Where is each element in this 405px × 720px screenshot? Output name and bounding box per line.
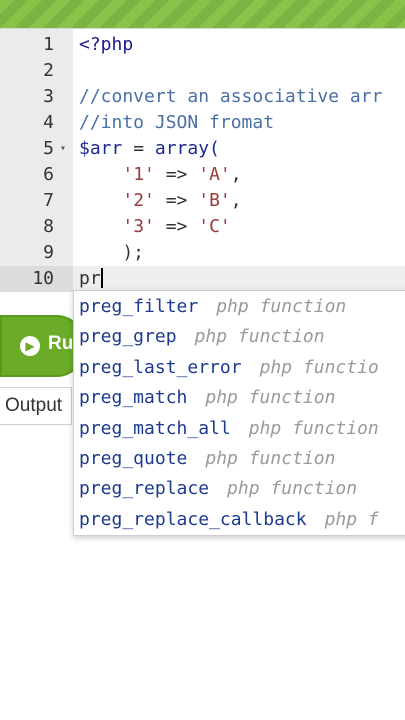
code-text: '2' => 'B', <box>79 188 242 214</box>
line-number: 4 <box>43 112 54 133</box>
suggestion-type: php function <box>227 478 358 500</box>
suggestion-type: php function <box>248 417 379 439</box>
code-text: //convert an associative arr <box>79 84 382 110</box>
line-number-cell: 2 <box>0 58 73 84</box>
code-text: //into JSON fromat <box>79 110 274 136</box>
code-text: ); <box>79 240 144 266</box>
code-token: array( <box>154 138 220 159</box>
line-number: 2 <box>43 60 54 81</box>
line-number: 5 <box>43 138 54 159</box>
autocomplete-item[interactable]: preg_grep php function <box>74 322 405 352</box>
code-token: = <box>122 138 155 159</box>
line-number: 3 <box>43 86 54 107</box>
code-token: '3' <box>122 216 155 237</box>
code-token: $arr <box>79 138 123 159</box>
run-button-label: Ru <box>48 333 74 354</box>
line-number: 10 <box>32 268 54 289</box>
line-number: 9 <box>43 242 54 263</box>
code-token: ); <box>79 242 145 263</box>
suggestion-type: php function <box>216 296 347 317</box>
line-number-cell: 8 <box>0 214 73 240</box>
code-text: pr <box>79 266 103 292</box>
line-number-cell: 5 ▾ <box>0 136 73 162</box>
code-line[interactable]: 9 ); <box>0 240 405 266</box>
code-token: 'A' <box>198 164 231 185</box>
suggestion-name: preg_match <box>79 387 188 409</box>
code-line[interactable]: 2 <box>0 58 405 84</box>
code-token: 'C' <box>198 216 231 237</box>
line-number: 7 <box>43 190 54 211</box>
code-token: <?php <box>79 34 134 55</box>
code-token: , <box>230 164 242 185</box>
code-token: => <box>154 190 199 211</box>
suggestion-name: preg_match_all <box>79 417 231 439</box>
autocomplete-item[interactable]: preg_last_error php functio <box>74 353 405 383</box>
code-token: pr <box>79 268 101 289</box>
code-text: '1' => 'A', <box>79 162 242 188</box>
play-circle-icon: ▶ <box>20 336 40 356</box>
code-line[interactable]: 8 '3' => 'C' <box>0 214 405 240</box>
autocomplete-item[interactable]: preg_replace_callback php f <box>74 505 405 535</box>
code-line[interactable]: 4 //into JSON fromat <box>0 110 405 136</box>
line-number-cell: 7 <box>0 188 73 214</box>
line-number-cell: 10 <box>0 266 73 292</box>
suggestion-type: php f <box>324 508 379 530</box>
autocomplete-item[interactable]: preg_replace php function <box>74 474 405 504</box>
code-line[interactable]: 7 '2' => 'B', <box>0 188 405 214</box>
line-number-cell: 9 <box>0 240 73 266</box>
line-number-cell: 4 <box>0 110 73 136</box>
code-line[interactable]: 5 ▾ $arr = array( <box>0 136 405 162</box>
code-editor[interactable]: 1 <?php 2 3 //convert an associative arr 4 //i… <box>0 28 405 292</box>
suggestion-name: preg_quote <box>79 448 188 469</box>
suggestion-name: preg_filter <box>79 296 199 317</box>
line-number: 8 <box>43 216 54 237</box>
code-text: <?php <box>79 32 133 58</box>
autocomplete-item[interactable]: preg_match_all php function <box>74 414 405 444</box>
code-token: //into JSON fromat <box>79 112 275 133</box>
code-text: $arr = array( <box>79 136 220 162</box>
suggestion-name: preg_last_error <box>79 356 242 378</box>
suggestion-type: php function <box>205 448 336 469</box>
code-token: => <box>154 216 199 237</box>
autocomplete-item[interactable]: preg_match php function <box>74 383 405 413</box>
suggestion-name: preg_replace_callback <box>79 508 307 530</box>
code-token: , <box>230 190 242 211</box>
line-number: 6 <box>43 164 54 185</box>
fold-arrow-icon[interactable]: ▾ <box>60 136 66 162</box>
top-banner <box>0 0 405 28</box>
code-token: '1' <box>122 164 155 185</box>
code-text: '3' => 'C' <box>79 214 231 240</box>
line-number-cell: 1 <box>0 32 73 58</box>
line-number-cell: 6 <box>0 162 73 188</box>
suggestion-name: preg_grep <box>79 326 177 348</box>
text-cursor <box>100 268 103 288</box>
code-token: //convert an associative arr <box>79 86 383 107</box>
code-token: => <box>154 164 199 185</box>
code-token: 'B' <box>198 190 231 211</box>
autocomplete-item[interactable]: preg_filter php function <box>74 292 405 322</box>
code-line[interactable]: 3 //convert an associative arr <box>0 84 405 110</box>
autocomplete-item[interactable]: preg_quote php function <box>74 444 405 474</box>
line-number-cell: 3 <box>0 84 73 110</box>
suggestion-type: php function <box>194 326 325 348</box>
tab-output[interactable]: Output <box>0 387 72 425</box>
code-line[interactable]: 6 '1' => 'A', <box>0 162 405 188</box>
code-line[interactable]: 10 pr <box>0 266 405 292</box>
code-token: '2' <box>122 190 155 211</box>
suggestion-name: preg_replace <box>79 478 210 500</box>
autocomplete-popup: preg_filter php function preg_grep php func… <box>73 290 405 536</box>
suggestion-type: php functio <box>259 356 379 378</box>
line-number: 1 <box>43 34 54 55</box>
suggestion-type: php function <box>205 387 336 409</box>
code-line[interactable]: 1 <?php <box>0 32 405 58</box>
